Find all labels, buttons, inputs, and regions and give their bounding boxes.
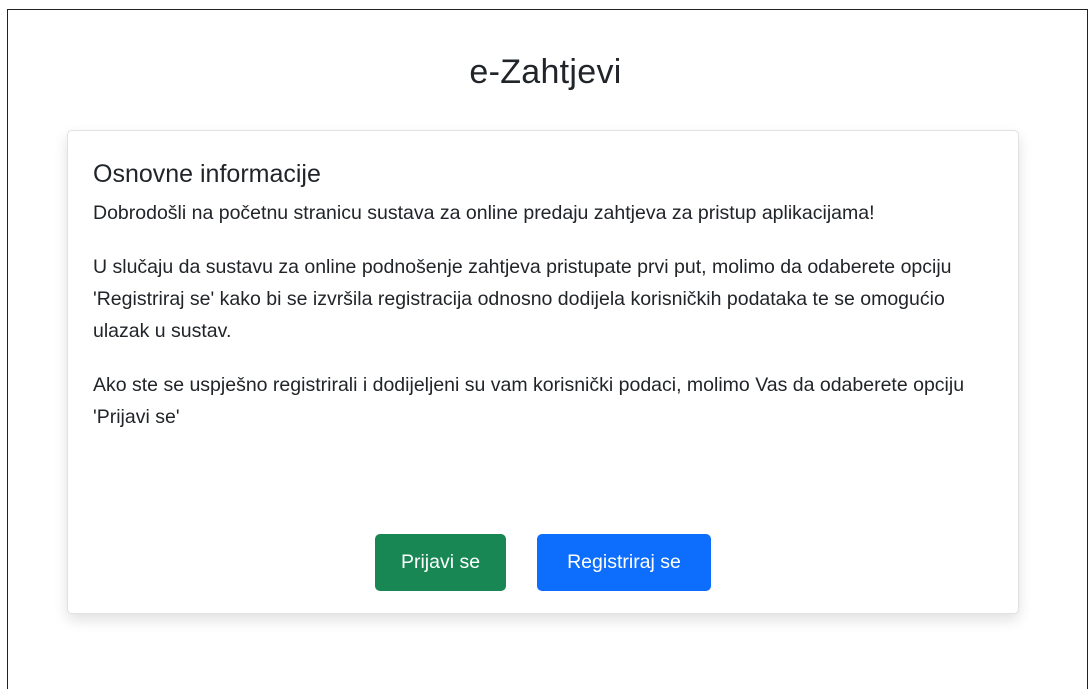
card-actions: Prijavi se Registriraj se	[68, 534, 1018, 591]
login-button[interactable]: Prijavi se	[375, 534, 506, 591]
register-button[interactable]: Registriraj se	[537, 534, 711, 591]
card-title: Osnovne informacije	[93, 160, 321, 188]
app-title: e-Zahtjevi	[469, 53, 622, 91]
registered-paragraph: Ako ste se uspješno registrirali i dodij…	[93, 374, 965, 428]
info-card: Osnovne informacije Dobrodošli na početn…	[67, 130, 1019, 614]
welcome-paragraph: Dobrodošli na početnu stranicu sustava z…	[93, 202, 875, 224]
first-time-paragraph: U slučaju da sustavu za online podnošenj…	[93, 256, 952, 342]
